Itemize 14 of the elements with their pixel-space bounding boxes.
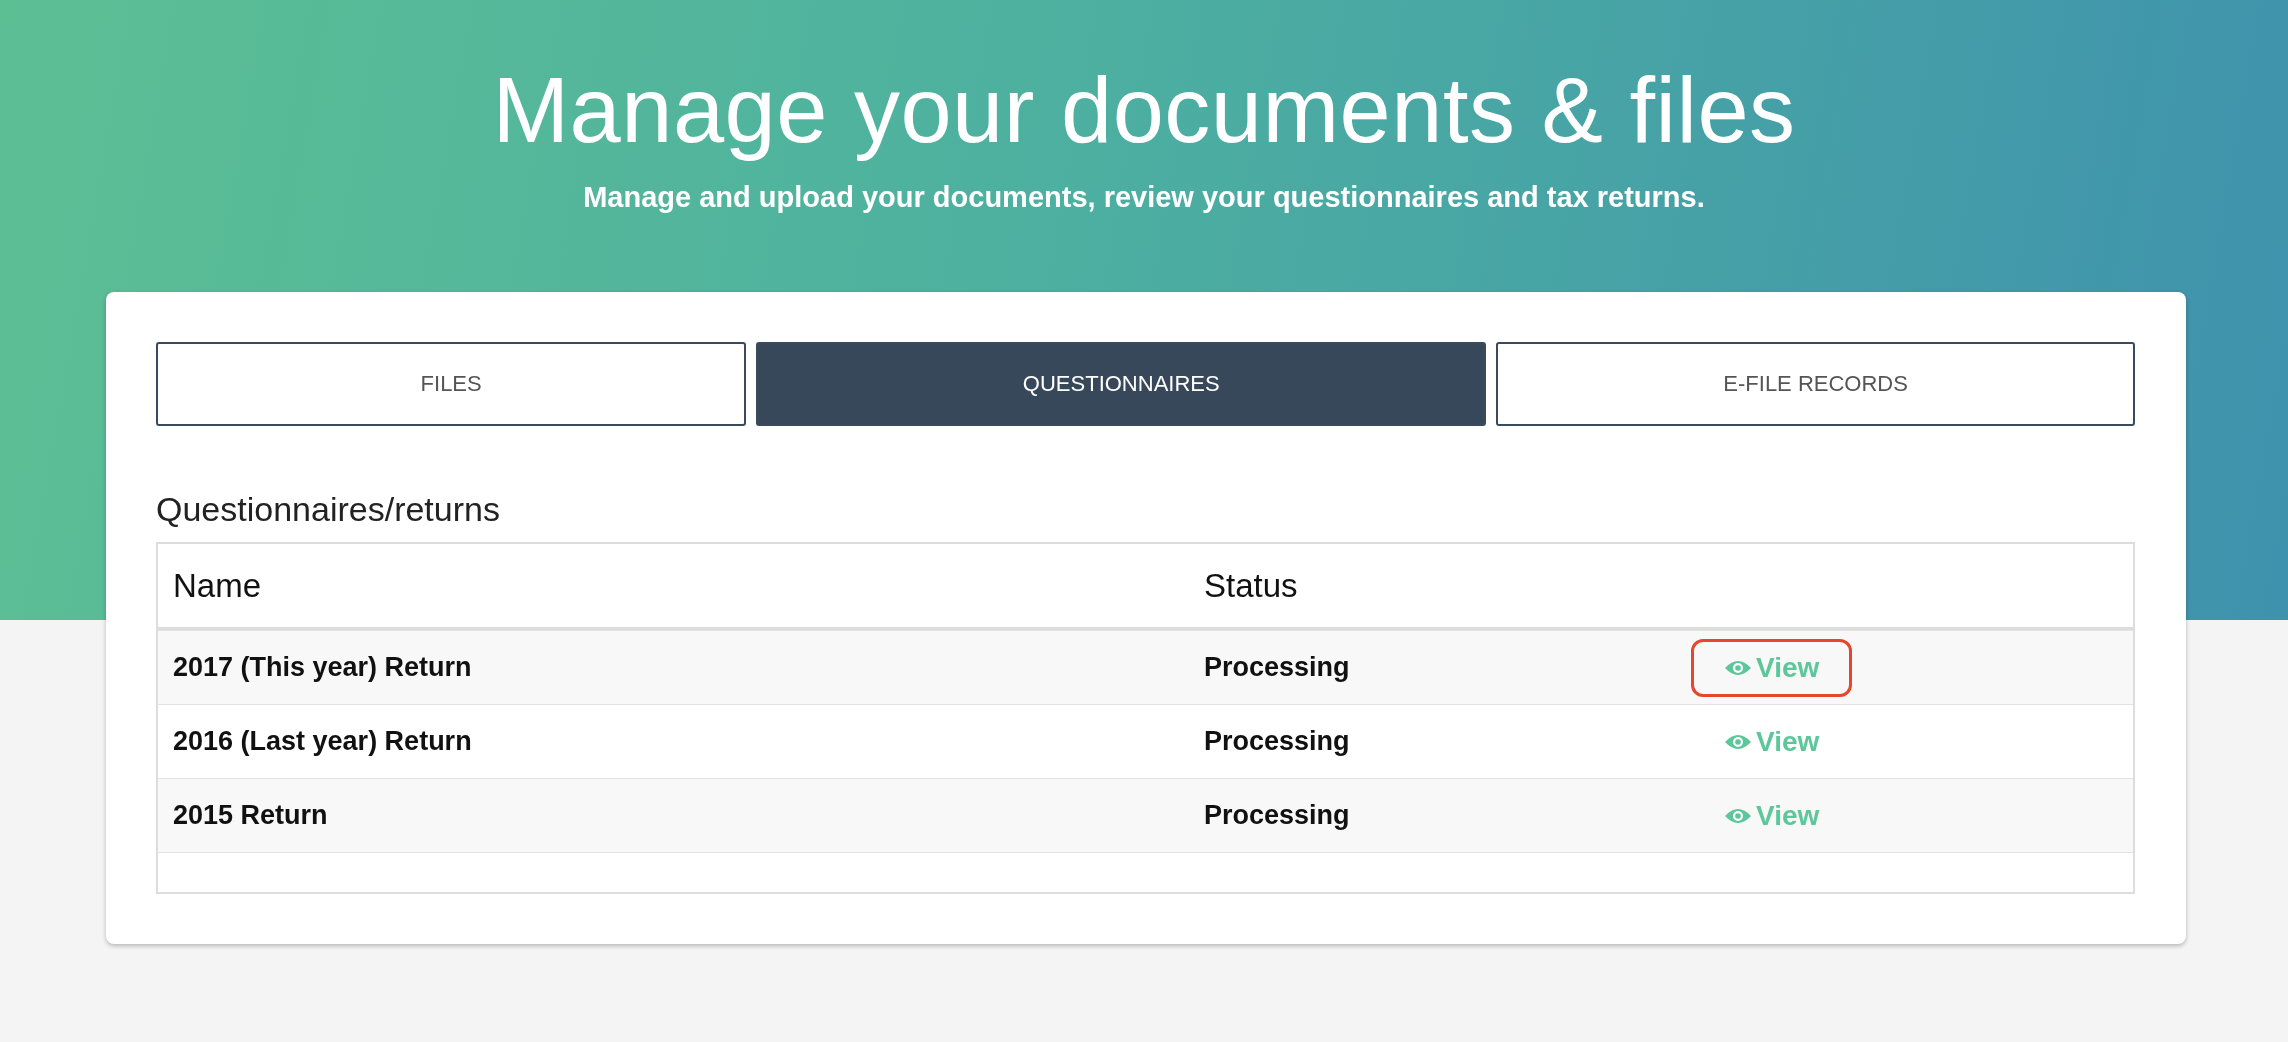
- table-cell: 2015 Return: [173, 800, 328, 830]
- table-cell: Processing: [1204, 652, 1350, 682]
- table-cell: Processing: [1204, 800, 1350, 830]
- section-title: Questionnaires/returns: [156, 490, 501, 530]
- table-cell: 2016 (Last year) Return: [173, 726, 472, 756]
- table-cell: 2017 (This year) Return: [173, 652, 472, 682]
- page-subtitle: Manage and upload your documents, review your questionnaires and tax returns.: [583, 181, 1705, 214]
- column-header: Name: [172, 566, 263, 605]
- column-header: Status: [1203, 566, 1299, 605]
- page-title: Manage your documents & files: [492, 58, 1796, 163]
- tab[interactable]: E-FILE RECORDS: [1496, 342, 2135, 426]
- table-cell: Processing: [1204, 726, 1350, 756]
- tab[interactable]: FILES: [156, 342, 747, 426]
- tab[interactable]: QUESTIONNAIRES: [756, 342, 1487, 426]
